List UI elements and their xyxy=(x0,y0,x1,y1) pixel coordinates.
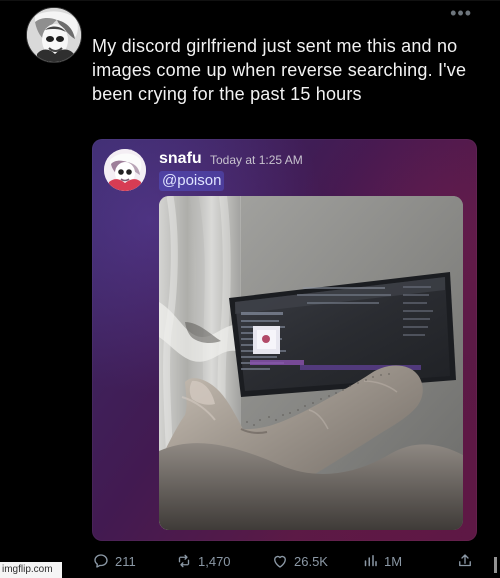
tweet-screenshot: ••• My discord girlfriend just sent me t… xyxy=(0,0,500,578)
discord-username: snafu xyxy=(159,150,202,167)
views-icon xyxy=(364,555,377,567)
like-count: 26.5K xyxy=(294,553,328,569)
reply-count: 211 xyxy=(115,553,136,569)
retweet-icon xyxy=(178,554,190,568)
share-button[interactable] xyxy=(456,548,474,574)
reply-button[interactable]: 211 xyxy=(92,548,136,574)
tweet-action-bar: 211 1,470 26.5K 1M xyxy=(0,548,500,578)
views-button[interactable]: 1M xyxy=(361,548,402,574)
imgflip-watermark: imgflip.com xyxy=(0,562,62,578)
views-count: 1M xyxy=(384,553,403,569)
anime-avatar-icon[interactable] xyxy=(26,7,82,63)
top-divider xyxy=(0,0,500,1)
discord-mention[interactable]: @poison xyxy=(159,171,225,191)
share-icon xyxy=(459,554,471,567)
retweet-button[interactable]: 1,470 xyxy=(175,548,231,574)
discord-timestamp: Today at 1:25 AM xyxy=(210,153,303,167)
discord-message-screenshot: snafu Today at 1:25 AM @poison xyxy=(92,139,477,541)
more-menu-icon[interactable]: ••• xyxy=(450,4,472,22)
post-text: My discord girlfriend just sent me this … xyxy=(92,36,467,104)
heart-icon xyxy=(274,555,286,568)
leg-monitor-photo[interactable] xyxy=(159,196,463,530)
retweet-count: 1,470 xyxy=(198,553,231,569)
scrollbar-handle[interactable] xyxy=(494,557,497,573)
comment-icon xyxy=(94,554,108,568)
anime-avatar-icon[interactable] xyxy=(104,149,146,191)
like-button[interactable]: 26.5K xyxy=(271,548,328,574)
